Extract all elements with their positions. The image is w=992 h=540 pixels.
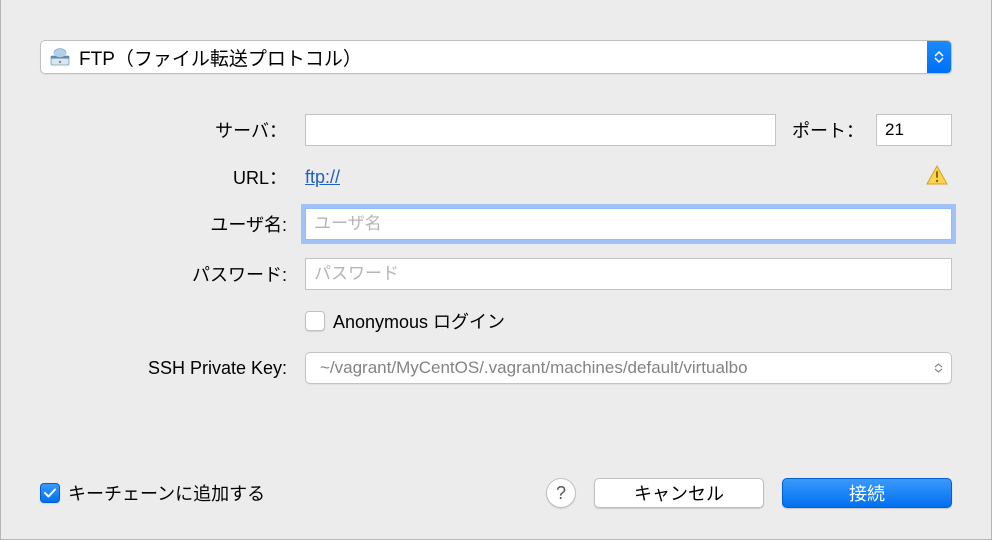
help-button[interactable]: ? [546,478,576,508]
keychain-checkbox[interactable] [40,483,60,503]
cancel-button[interactable]: キャンセル [594,478,764,508]
keychain-label: キーチェーンに追加する [68,480,265,506]
keychain-checkbox-container[interactable]: キーチェーンに追加する [40,480,265,506]
dropdown-arrows-icon [927,41,951,73]
ftp-icon [49,46,71,68]
protocol-select[interactable]: FTP（ファイル転送プロトコル） [40,40,952,74]
protocol-label: FTP（ファイル転送プロトコル） [79,44,927,71]
help-icon: ? [556,483,566,504]
connect-button[interactable]: 接続 [782,478,952,508]
